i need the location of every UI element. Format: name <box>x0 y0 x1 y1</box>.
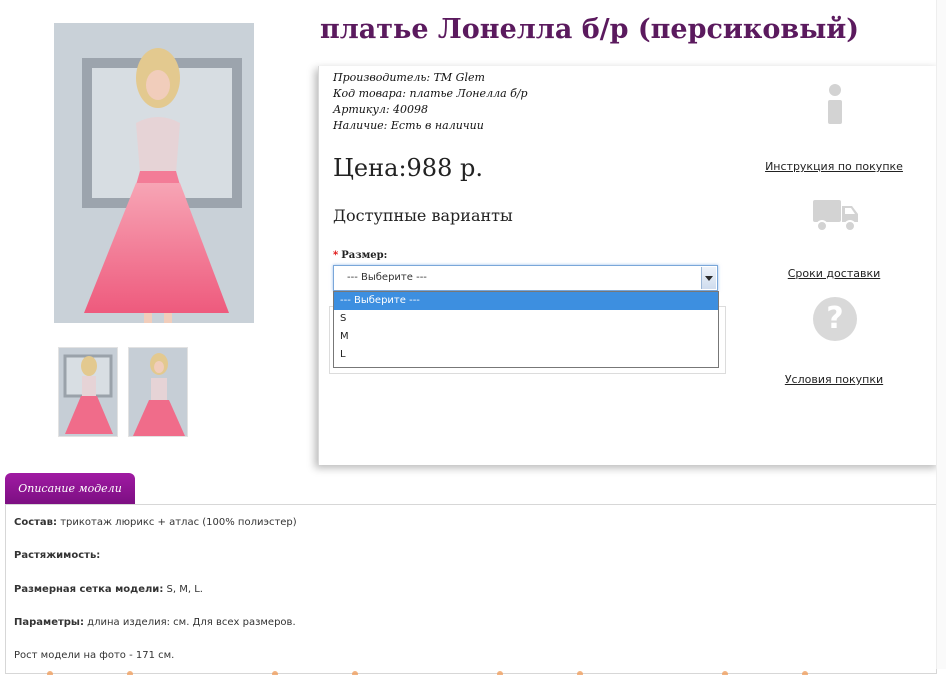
product-title: платье Лонелла б/р (персиковый) <box>320 14 860 45</box>
size-option-m[interactable]: M <box>334 328 718 346</box>
variants-heading: Доступные варианты <box>333 206 513 225</box>
params-label: Параметры: <box>14 617 84 628</box>
link-delivery-terms[interactable]: Сроки доставки <box>788 267 881 280</box>
stretch-label: Растяжимость: <box>14 550 101 561</box>
size-select[interactable]: --- Выберите --- <box>333 265 718 291</box>
decorative-footer-strip <box>0 660 946 677</box>
sizes-value: S, M, L. <box>166 584 203 595</box>
link-purchase-conditions[interactable]: Условия покупки <box>785 373 883 386</box>
meta-value: 40098 <box>393 103 429 116</box>
meta-availability: Наличие: Есть в наличии <box>333 118 528 134</box>
size-option-l[interactable]: L <box>334 346 718 364</box>
meta-key: Наличие: <box>333 119 388 132</box>
product-info-panel: Производитель: TM Glem Код товара: плать… <box>318 66 940 465</box>
params-line: Параметры: длина изделия: см. Для всех р… <box>14 617 296 628</box>
meta-code: Код товара: платье Лонелла б/р <box>333 86 528 102</box>
tab-description[interactable]: Описание модели <box>5 473 135 504</box>
product-main-photo[interactable] <box>54 23 254 323</box>
meta-value: TM Glem <box>433 71 485 84</box>
composition-line: Состав: трикотаж люрикс + атлас (100% по… <box>14 517 297 528</box>
truck-icon <box>813 196 859 234</box>
meta-key: Код товара: <box>333 87 406 100</box>
composition-value: трикотаж люрикс + атлас (100% полиэстер) <box>60 517 297 528</box>
chevron-down-icon[interactable] <box>701 267 716 289</box>
composition-label: Состав: <box>14 517 58 528</box>
page-scrollbar[interactable] <box>936 0 946 669</box>
meta-value: платье Лонелла б/р <box>409 87 528 100</box>
product-price: Цена:988 р. <box>333 154 483 182</box>
required-marker: * <box>333 250 339 261</box>
params-value: длина изделия: см. Для всех размеров. <box>87 617 296 628</box>
size-label: * Размер: <box>333 250 387 261</box>
meta-article: Артикул: 40098 <box>333 102 528 118</box>
stretch-line: Растяжимость: <box>14 550 100 561</box>
size-option-placeholder[interactable]: --- Выберите --- <box>334 292 718 310</box>
product-meta: Производитель: TM Glem Код товара: плать… <box>333 70 528 134</box>
question-icon: ? <box>813 297 857 341</box>
product-thumbnail-front[interactable] <box>128 347 188 437</box>
meta-value: Есть в наличии <box>390 119 484 132</box>
meta-key: Производитель: <box>333 71 431 84</box>
size-label-text: Размер: <box>341 250 388 261</box>
link-purchase-instructions[interactable]: Инструкция по покупке <box>765 160 903 173</box>
sizes-label: Размерная сетка модели: <box>14 584 164 595</box>
info-icon <box>825 84 847 126</box>
size-dropdown-list: --- Выберите --- S M L <box>333 291 719 368</box>
sizes-line: Размерная сетка модели: S, M, L. <box>14 584 203 595</box>
size-select-value: --- Выберите --- <box>347 272 427 283</box>
meta-key: Артикул: <box>333 103 390 116</box>
description-panel: Состав: трикотаж люрикс + атлас (100% по… <box>5 504 937 674</box>
product-thumbnail-back[interactable] <box>58 347 118 437</box>
meta-manufacturer: Производитель: TM Glem <box>333 70 528 86</box>
size-option-s[interactable]: S <box>334 310 718 328</box>
